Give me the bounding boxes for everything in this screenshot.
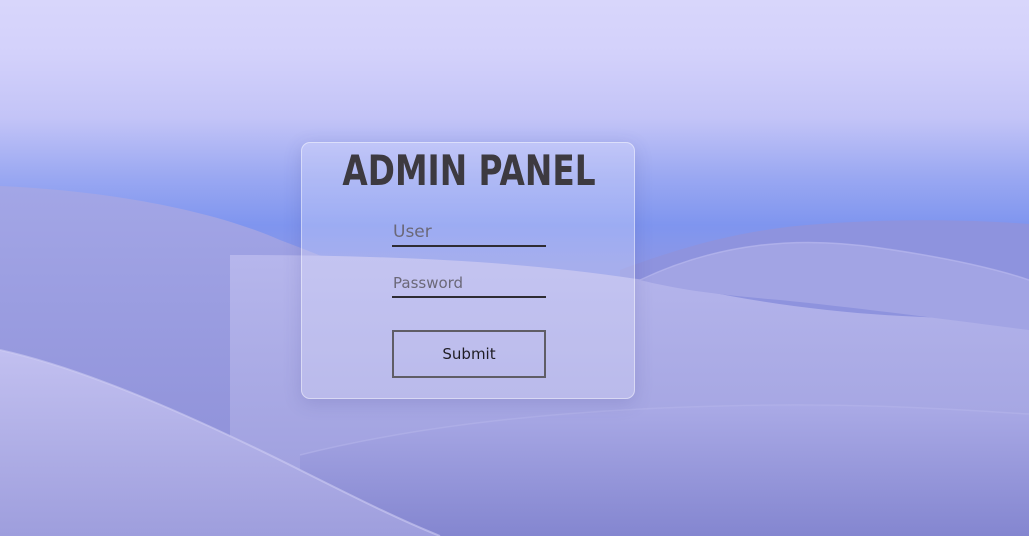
- login-screen: ADMIN PANEL Submit: [0, 0, 1029, 536]
- user-input[interactable]: [392, 218, 546, 247]
- page-title: ADMIN PANEL: [342, 146, 596, 195]
- submit-button[interactable]: Submit: [392, 330, 546, 378]
- password-input[interactable]: [392, 270, 546, 298]
- login-card: ADMIN PANEL Submit: [301, 142, 635, 399]
